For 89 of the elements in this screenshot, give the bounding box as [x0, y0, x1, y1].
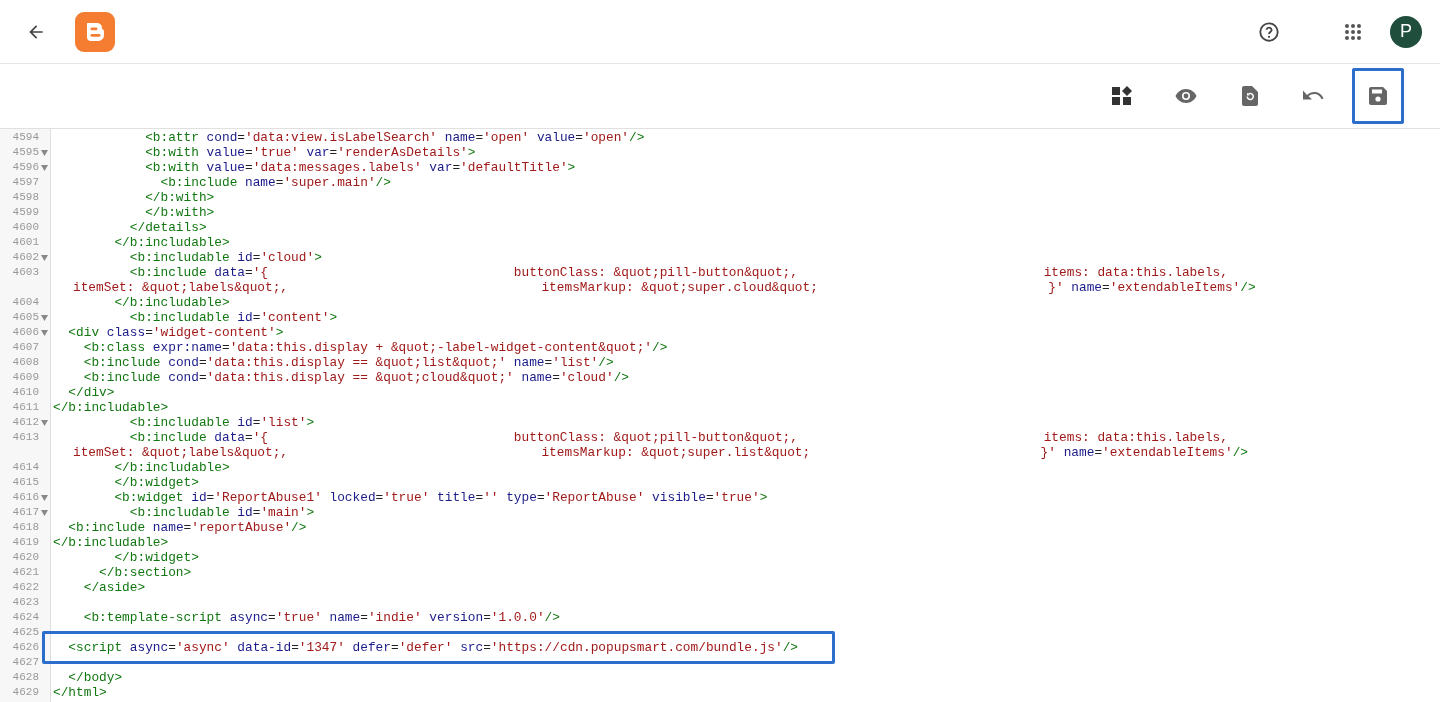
- code-line: </b:includable>: [113, 460, 230, 475]
- line-number: 4623: [12, 595, 39, 610]
- blogger-logo-icon: [74, 10, 116, 53]
- line-number: 4610: [12, 385, 39, 400]
- code-line: <b:widget id='ReportAbuse1' locked='true' title='' type='ReportAbuse' visible='true'>: [113, 490, 768, 505]
- line-number: 4612: [12, 415, 39, 430]
- code-line: </div>: [67, 385, 115, 400]
- code-line: <b:include name='reportAbuse'/>: [67, 520, 307, 535]
- line-number: 4606: [12, 325, 39, 340]
- line-number: 4595: [12, 145, 39, 160]
- code-line: </b:includable>: [53, 400, 169, 415]
- undo-icon: [1303, 90, 1325, 102]
- line-number: 4627: [12, 655, 39, 670]
- fold-caret-icon[interactable]: [41, 419, 48, 426]
- code-line: <b:class expr:name='data:this.display + &quot;-label-widget-content&quot;'/>: [82, 340, 668, 355]
- line-number: 4603: [12, 265, 39, 280]
- code-line: <b:includable id='cloud'>: [128, 250, 322, 265]
- code-line: <b:include cond='data:this.display == &quot;list&quot;' name='list'/>: [82, 355, 614, 370]
- code-line: </b:with>: [144, 190, 215, 205]
- code-line: </details>: [128, 220, 207, 235]
- account-avatar[interactable]: P: [1390, 15, 1422, 48]
- line-number: 4620: [12, 550, 39, 565]
- code-line: </body>: [67, 670, 123, 685]
- code-line: </b:with>: [144, 205, 215, 220]
- line-number: 4609: [12, 370, 39, 385]
- line-number: 4625: [12, 625, 39, 640]
- line-number: 4596: [12, 160, 39, 175]
- help-icon: [1258, 20, 1280, 43]
- line-number: 4629: [12, 685, 39, 700]
- code-line: <b:includable id='content'>: [128, 310, 338, 325]
- code-line: </b:includable>: [113, 295, 230, 310]
- code-line: <b:attr cond='data:view.isLabelSearch' name='open' value='open'/>: [144, 130, 645, 145]
- line-number: 4626: [12, 640, 39, 655]
- line-number: 4604: [12, 295, 39, 310]
- line-number: 4622: [12, 580, 39, 595]
- code-line: </b:widget>: [113, 475, 199, 490]
- code-line: </aside>: [82, 580, 146, 595]
- line-number: 4618: [12, 520, 39, 535]
- line-number: 4624: [12, 610, 39, 625]
- line-number: 4619: [12, 535, 39, 550]
- apps-grid-icon: [1344, 22, 1362, 41]
- line-number: 4617: [12, 505, 39, 520]
- line-number: 4611: [12, 400, 39, 415]
- line-number: 4615: [12, 475, 39, 490]
- file-refresh-icon: [1242, 86, 1258, 106]
- code-line: <b:include cond='data:this.display == &quot;cloud&quot;' name='cloud'/>: [82, 370, 629, 385]
- fold-caret-icon[interactable]: [41, 509, 48, 516]
- fold-caret-icon[interactable]: [41, 149, 48, 156]
- code-line: <b:include data='{ buttonClass: &quot;pill-button&quot;, items: data:this.labels,: [128, 265, 1228, 280]
- save-button[interactable]: [1352, 68, 1404, 124]
- code-line: <b:with value='true' var='renderAsDetails'>: [144, 145, 476, 160]
- widgets-icon: [1112, 86, 1132, 106]
- fold-caret-icon[interactable]: [41, 314, 48, 321]
- code-line: <b:include data='{ buttonClass: &quot;pill-button&quot;, items: data:this.labels,: [128, 430, 1228, 445]
- line-number: 4616: [12, 490, 39, 505]
- code-line: </html>: [53, 685, 107, 700]
- line-number: 4608: [12, 355, 39, 370]
- line-number: 4602: [12, 250, 39, 265]
- line-number: 4628: [12, 670, 39, 685]
- line-number: 4607: [12, 340, 39, 355]
- code-line: itemSet: &quot;labels&quot;, itemsMarkup: &quot;super.list&quot; }' name='extendableItems'/>: [72, 445, 1248, 460]
- code-line: <b:template-script async='true' name='indie' version='1.0.0'/>: [82, 610, 560, 625]
- fold-caret-icon[interactable]: [41, 254, 48, 261]
- eye-icon: [1175, 88, 1197, 104]
- code-line: <script async='async' data-id='1347' defer='defer' src='https://cdn.popupsmart.com/bundle.js'/>: [67, 640, 799, 655]
- line-number: 4600: [12, 220, 39, 235]
- code-line: </b:section>: [98, 565, 192, 580]
- line-number: 4614: [12, 460, 39, 475]
- code-line: <b:includable id='list'>: [128, 415, 315, 430]
- line-number: 4599: [12, 205, 39, 220]
- save-icon: [1369, 87, 1387, 105]
- code-line: itemSet: &quot;labels&quot;, itemsMarkup: &quot;super.cloud&quot; }' name='extendableItems'/>: [72, 280, 1256, 295]
- code-line: </b:includable>: [53, 535, 169, 550]
- code-line: </b:includable>: [113, 235, 230, 250]
- line-number: 4598: [12, 190, 39, 205]
- line-number: 4605: [12, 310, 39, 325]
- line-number: 4601: [12, 235, 39, 250]
- code-line: <b:includable id='main'>: [128, 505, 315, 520]
- fold-caret-icon[interactable]: [41, 164, 48, 171]
- line-number: 4597: [12, 175, 39, 190]
- fold-caret-icon[interactable]: [41, 329, 48, 336]
- code-line: <b:with value='data:messages.labels' var='defaultTitle'>: [144, 160, 576, 175]
- line-number: 4594: [12, 130, 39, 145]
- fold-caret-icon[interactable]: [41, 494, 48, 501]
- code-line: <b:include name='super.main'/>: [159, 175, 391, 190]
- code-line: <div class='widget-content'>: [67, 325, 284, 340]
- line-number: 4621: [12, 565, 39, 580]
- line-number: 4613: [12, 430, 39, 445]
- code-line: </b:widget>: [113, 550, 199, 565]
